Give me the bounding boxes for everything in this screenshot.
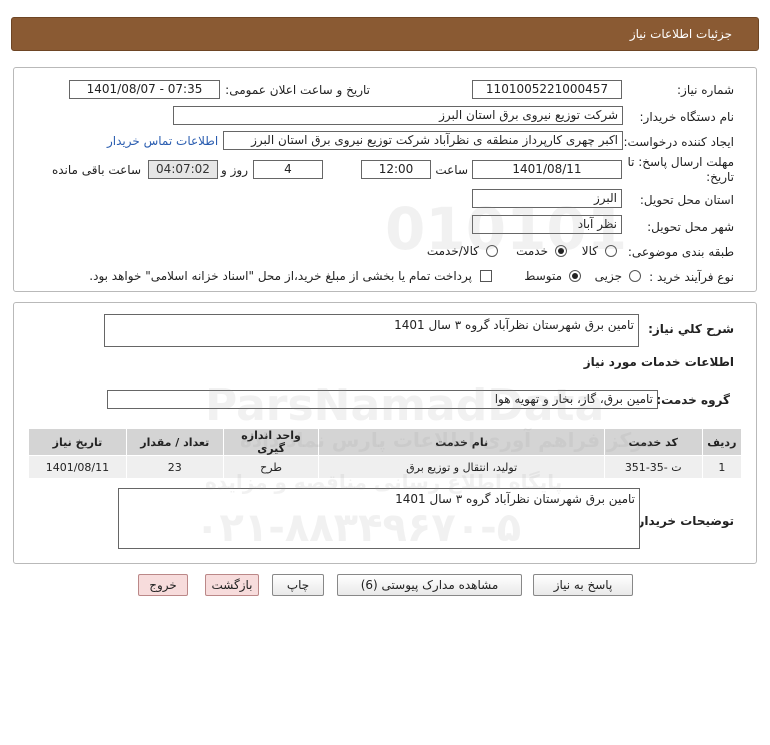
category-option-goods-service: کالا/خدمت bbox=[426, 244, 479, 258]
services-table: ردیف کد خدمت نام خدمت واحد اندازه گیری ت… bbox=[28, 428, 743, 479]
cell-service-name: تولید، انتقال و توزیع برق bbox=[318, 455, 605, 479]
remaining-time-label: ساعت باقی مانده bbox=[51, 163, 141, 177]
remaining-days-label: روز و bbox=[221, 163, 248, 177]
attachments-button[interactable]: مشاهده مدارک پیوستی (6) bbox=[337, 574, 522, 596]
buyer-notes-label: توضیحات خریدار: bbox=[632, 514, 734, 528]
purchase-option-minor: جزیی bbox=[594, 269, 622, 283]
service-group-label: گروه خدمت: bbox=[656, 393, 730, 407]
service-group-field: تامین برق، گاز، بخار و تهویه هوا bbox=[107, 390, 658, 409]
buyer-notes-field: تامین برق شهرستان نظرآباد گروه ۳ سال 140… bbox=[118, 488, 640, 549]
treasury-bonds-text: پرداخت تمام یا بخشی از مبلغ خرید،از محل … bbox=[89, 269, 472, 283]
purchase-radio-medium[interactable] bbox=[569, 270, 581, 282]
delivery-city-label: شهر محل تحویل: bbox=[647, 220, 734, 234]
need-number-label: شماره نیاز: bbox=[677, 83, 734, 97]
col-service-code: کد خدمت bbox=[603, 428, 703, 456]
treasury-bonds-checkbox[interactable] bbox=[480, 270, 492, 282]
buyer-contact-link[interactable]: اطلاعات تماس خریدار bbox=[107, 134, 218, 148]
col-unit: واحد اندازه گیری bbox=[222, 428, 320, 456]
delivery-province-field: البرز bbox=[472, 189, 622, 208]
remaining-time-field: 04:07:02 bbox=[148, 160, 218, 179]
delivery-province-label: استان محل تحویل: bbox=[639, 193, 734, 207]
deadline-label-date: تاریخ: bbox=[706, 170, 734, 184]
buyer-org-label: نام دستگاه خریدار: bbox=[639, 110, 735, 124]
category-radio-goods[interactable] bbox=[605, 245, 617, 257]
cell-need-date: 1401/08/11 bbox=[28, 455, 127, 479]
category-option-service: خدمت bbox=[516, 244, 548, 258]
col-quantity: تعداد / مقدار bbox=[125, 428, 224, 456]
general-desc-field: تامین برق شهرستان نظرآباد گروه ۳ سال 140… bbox=[104, 314, 639, 347]
table-header-row: ردیف کد خدمت نام خدمت واحد اندازه گیری ت… bbox=[28, 428, 743, 456]
announce-datetime-field: 1401/08/07 - 07:35 bbox=[69, 80, 220, 99]
requester-label: ایجاد کننده درخواست: bbox=[623, 135, 734, 149]
announce-datetime-label: تاریخ و ساعت اعلان عمومی: bbox=[225, 83, 370, 97]
cell-service-code: ت -35-351 bbox=[603, 455, 703, 479]
col-need-date: تاریخ نیاز bbox=[28, 428, 127, 456]
col-row-number: ردیف bbox=[701, 428, 743, 456]
page-header: جزئیات اطلاعات نیاز bbox=[11, 17, 759, 51]
purchase-type-label: نوع فرآیند خرید : bbox=[649, 270, 734, 284]
deadline-date-field: 1401/08/11 bbox=[472, 160, 622, 179]
category-label: طبقه بندی موضوعی: bbox=[627, 245, 734, 259]
requester-field: اکبر چهری کارپرداز منطقه ی نظرآباد شرکت … bbox=[223, 131, 623, 150]
general-desc-label: شرح کلي نياز: bbox=[648, 322, 734, 336]
print-button[interactable]: چاپ bbox=[272, 574, 324, 596]
page-title: جزئیات اطلاعات نیاز bbox=[629, 27, 732, 41]
purchase-radio-minor[interactable] bbox=[629, 270, 641, 282]
services-section-title: اطلاعات خدمات مورد نیاز bbox=[583, 355, 734, 369]
cell-row-number: 1 bbox=[701, 455, 743, 479]
remaining-days-field: 4 bbox=[253, 160, 323, 179]
buyer-org-field: شرکت توزیع نیروی برق استان البرز bbox=[173, 106, 623, 125]
table-row: 1 ت -35-351 تولید، انتقال و توزیع برق طر… bbox=[28, 455, 743, 479]
exit-button[interactable]: خروج bbox=[138, 574, 188, 596]
need-number-field: 1101005221000457 bbox=[472, 80, 622, 99]
back-button[interactable]: بازگشت bbox=[205, 574, 259, 596]
category-radio-service[interactable] bbox=[555, 245, 567, 257]
deadline-label: مهلت ارسال پاسخ: تا bbox=[627, 155, 734, 169]
category-radio-goods-service[interactable] bbox=[486, 245, 498, 257]
cell-unit: طرح bbox=[222, 455, 320, 479]
reply-button[interactable]: پاسخ به نیاز bbox=[533, 574, 633, 596]
purchase-option-medium: متوسط bbox=[524, 269, 562, 283]
deadline-time-label: ساعت bbox=[435, 163, 468, 177]
category-option-goods: کالا bbox=[581, 244, 598, 258]
deadline-time-field: 12:00 bbox=[361, 160, 431, 179]
delivery-city-field: نظر آباد bbox=[472, 215, 622, 234]
col-service-name: نام خدمت bbox=[318, 428, 605, 456]
cell-quantity: 23 bbox=[125, 455, 224, 479]
